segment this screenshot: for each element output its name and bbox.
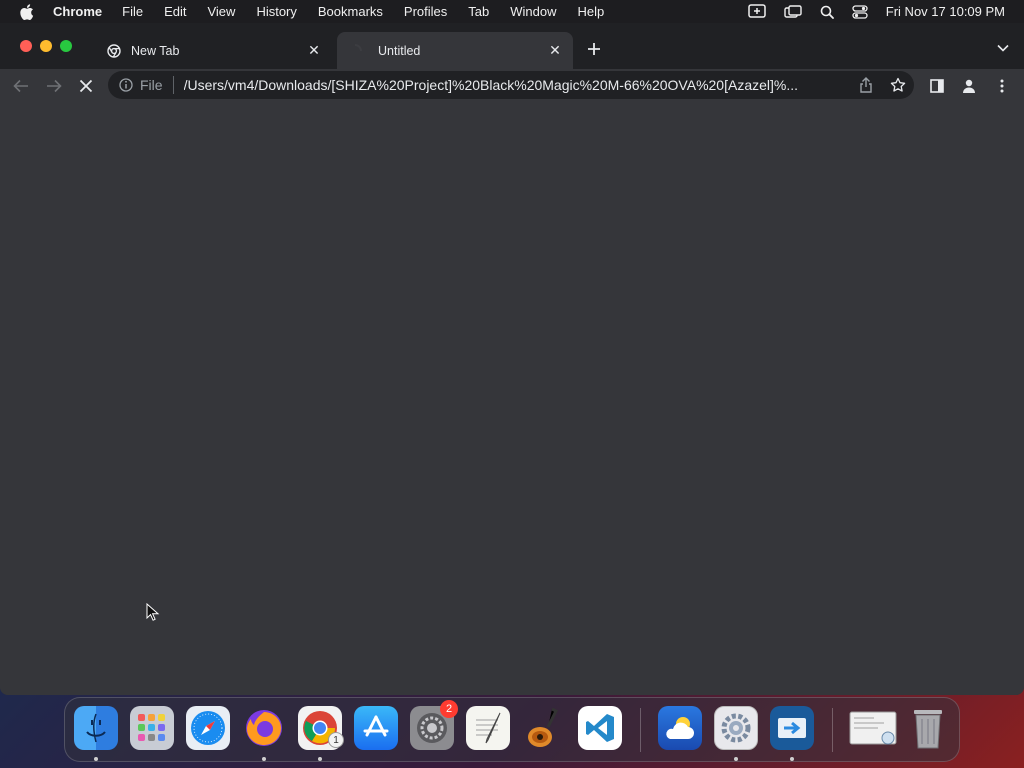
- menu-history[interactable]: History: [256, 4, 296, 19]
- window-minimize-button[interactable]: [40, 40, 52, 52]
- menu-bar-clock[interactable]: Fri Nov 17 10:09 PM: [886, 4, 1005, 19]
- menu-app-name[interactable]: Chrome: [53, 4, 102, 19]
- launchpad-icon[interactable]: [130, 706, 174, 750]
- share-icon[interactable]: [858, 77, 874, 93]
- more-menu-icon[interactable]: [994, 78, 1010, 94]
- stop-loading-icon[interactable]: [77, 77, 95, 95]
- tab-untitled[interactable]: Untitled ✕: [337, 32, 573, 69]
- forward-arrow-icon[interactable]: [45, 77, 63, 95]
- vscode-icon[interactable]: [578, 706, 622, 750]
- tab-close-icon[interactable]: ✕: [306, 42, 322, 59]
- window-close-button[interactable]: [20, 40, 32, 52]
- control-center-icon[interactable]: [852, 4, 868, 19]
- tab-search-chevron-icon[interactable]: [996, 41, 1010, 55]
- browser-toolbar: File /Users/vm4/Downloads/[SHIZA%20Proje…: [0, 69, 1024, 103]
- url-scheme-label: File: [140, 77, 163, 93]
- window-maximize-button[interactable]: [60, 40, 72, 52]
- dock: 1 2: [64, 697, 960, 762]
- running-indicator: [790, 757, 794, 761]
- firefox-icon[interactable]: [242, 706, 286, 750]
- trash-icon[interactable]: [906, 706, 950, 750]
- textedit-icon[interactable]: [466, 706, 510, 750]
- chrome-icon[interactable]: 1: [298, 706, 344, 750]
- appstore-icon[interactable]: [354, 706, 398, 750]
- screen-sharing-icon[interactable]: [748, 3, 766, 20]
- profile-avatar-icon[interactable]: [961, 78, 977, 94]
- new-tab-plus-icon[interactable]: [585, 40, 603, 58]
- system-preferences-icon[interactable]: 2: [410, 700, 458, 750]
- chrome-profile-badge: 1: [328, 732, 344, 748]
- chrome-window: New Tab ✕ Untitled ✕ File /Users/vm4/Dow…: [0, 23, 1024, 695]
- tab-strip: New Tab ✕ Untitled ✕: [0, 23, 1024, 69]
- side-panel-icon[interactable]: [929, 78, 945, 94]
- dock-separator: [640, 708, 641, 752]
- finder-icon[interactable]: [74, 706, 118, 750]
- back-arrow-icon[interactable]: [12, 77, 30, 95]
- running-indicator: [94, 757, 98, 761]
- running-indicator: [318, 757, 322, 761]
- spotlight-search-icon[interactable]: [820, 5, 834, 19]
- tab-title: New Tab: [131, 43, 180, 58]
- menu-file[interactable]: File: [122, 4, 143, 19]
- bookmark-star-icon[interactable]: [890, 77, 906, 93]
- tab-new-tab[interactable]: New Tab ✕: [96, 32, 332, 69]
- running-indicator: [262, 757, 266, 761]
- tab-close-icon[interactable]: ✕: [547, 42, 563, 59]
- weather-icon[interactable]: [658, 706, 702, 750]
- notification-badge: 2: [440, 700, 458, 718]
- mouse-cursor-icon: [146, 602, 160, 621]
- menu-edit[interactable]: Edit: [164, 4, 186, 19]
- site-info-icon[interactable]: [118, 77, 134, 93]
- running-indicator: [734, 757, 738, 761]
- address-bar[interactable]: File /Users/vm4/Downloads/[SHIZA%20Proje…: [108, 71, 914, 99]
- menu-profiles[interactable]: Profiles: [404, 4, 447, 19]
- apple-menu-icon[interactable]: [19, 3, 35, 20]
- menu-bar-status: Fri Nov 17 10:09 PM: [748, 0, 1024, 23]
- preview-icon[interactable]: [848, 706, 898, 750]
- menu-bookmarks[interactable]: Bookmarks: [318, 4, 383, 19]
- menu-help[interactable]: Help: [578, 4, 605, 19]
- tab-title: Untitled: [378, 43, 421, 58]
- migration-icon[interactable]: [770, 706, 814, 750]
- menu-tab[interactable]: Tab: [468, 4, 489, 19]
- menu-view[interactable]: View: [207, 4, 235, 19]
- address-bar-divider: [172, 76, 174, 94]
- display-icon[interactable]: [784, 4, 802, 19]
- dock-separator: [832, 708, 833, 752]
- menu-window[interactable]: Window: [510, 4, 556, 19]
- loading-spinner-icon: [347, 43, 363, 59]
- chrome-favicon-icon: [106, 43, 122, 59]
- safari-icon[interactable]: [186, 706, 230, 750]
- url-text[interactable]: /Users/vm4/Downloads/[SHIZA%20Project]%2…: [184, 77, 858, 93]
- menu-bar: Chrome File Edit View History Bookmarks …: [0, 0, 1024, 23]
- garageband-icon[interactable]: [522, 706, 566, 750]
- settings-icon[interactable]: [714, 706, 758, 750]
